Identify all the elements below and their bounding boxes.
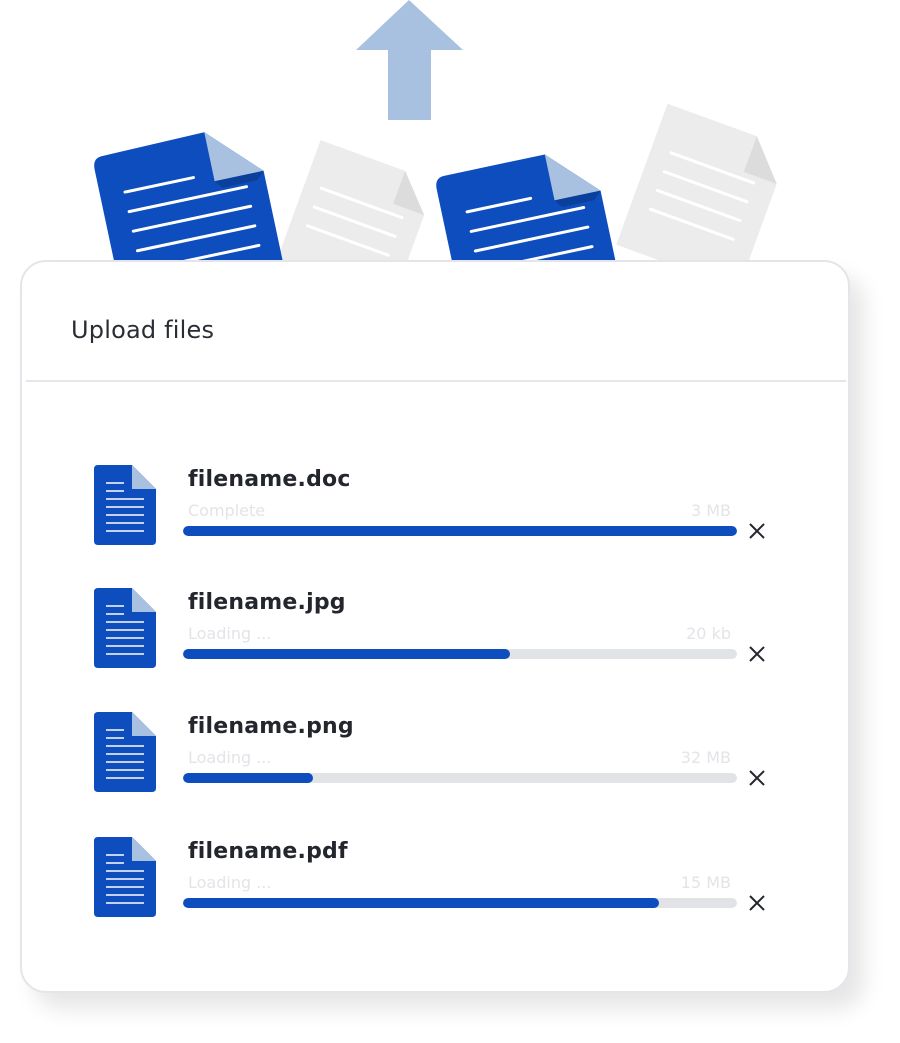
progress-bar <box>183 773 737 783</box>
file-row: filename.png Loading ... 32 MB <box>94 712 784 802</box>
progress-fill <box>183 773 314 783</box>
file-row: filename.pdf Loading ... 15 MB <box>94 837 784 927</box>
upload-arrow-icon <box>356 0 463 120</box>
file-size: 15 MB <box>680 873 731 892</box>
upload-illustration <box>94 0 777 270</box>
file-size: 3 MB <box>690 501 731 520</box>
ghost-document-icon <box>616 103 777 270</box>
file-row: filename.jpg Loading ... 20 kb <box>94 588 784 678</box>
close-icon[interactable] <box>746 767 768 789</box>
header-divider <box>26 380 846 382</box>
file-name: filename.pdf <box>188 839 348 864</box>
file-status: Loading ... <box>188 624 272 643</box>
progress-fill <box>183 526 737 536</box>
file-name: filename.png <box>188 714 354 739</box>
file-row: filename.doc Complete 3 MB <box>94 465 784 555</box>
file-status: Loading ... <box>188 873 272 892</box>
file-status: Loading ... <box>188 748 272 767</box>
progress-bar <box>183 649 737 659</box>
file-status: Complete <box>188 501 266 520</box>
close-icon[interactable] <box>746 643 768 665</box>
file-size: 32 MB <box>680 748 731 767</box>
document-icon <box>94 712 156 792</box>
document-icon <box>94 588 156 668</box>
blue-document-icon <box>436 154 622 270</box>
file-name: filename.jpg <box>188 590 346 615</box>
progress-fill <box>183 649 510 659</box>
close-icon[interactable] <box>746 520 768 542</box>
blue-document-icon <box>94 132 287 270</box>
ghost-document-icon <box>270 140 425 270</box>
progress-bar <box>183 898 737 908</box>
document-icon <box>94 837 156 917</box>
document-icon <box>94 465 156 545</box>
close-icon[interactable] <box>746 892 768 914</box>
panel-title: Upload files <box>71 316 215 344</box>
upload-panel: Upload files filename.doc Complete 3 MB <box>20 260 850 993</box>
progress-fill <box>183 898 660 908</box>
progress-bar <box>183 526 737 536</box>
file-size: 20 kb <box>686 624 731 643</box>
file-name: filename.doc <box>188 467 351 492</box>
